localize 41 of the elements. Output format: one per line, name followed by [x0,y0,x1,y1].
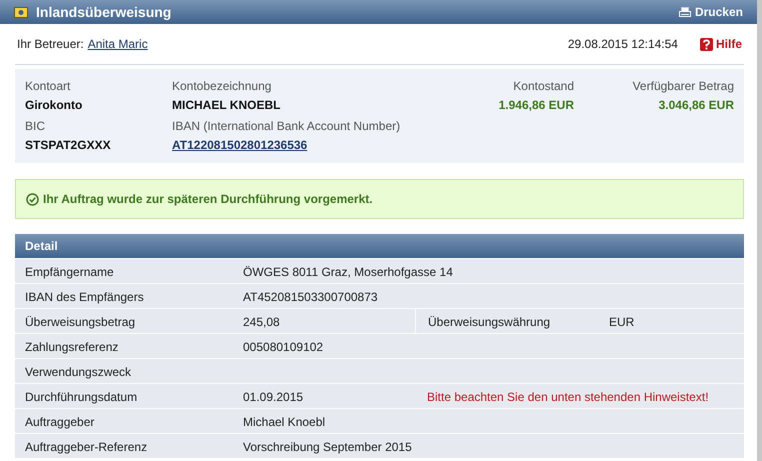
row-label: Auftraggeber [25,414,94,430]
row-label: Verwendungszweck [25,364,132,380]
row-label: Auftraggeber-Referenz [25,438,148,456]
account-name: MICHAEL KNOEBL [172,97,282,114]
field-label: IBAN (International Bank Account Number) [172,118,402,135]
section-header: Detail [15,234,744,258]
field-label: Kontobezeichnung [172,78,272,95]
field-label: BIC [25,118,46,135]
timestamp: 29.08.2015 12:14:54 [568,37,678,51]
check-circle-icon [26,192,39,206]
row-value: 01.09.2015 [243,388,304,406]
field-label: Kontostand [512,78,574,95]
advisor-link[interactable]: Anita Maric [88,37,148,51]
row-value: AT452081503300700873 [243,288,378,306]
advisor-label: Ihr Betreuer: [17,37,84,51]
window-title: Inlandsüberweisung [36,4,172,20]
row-value: ÖWGES 8011 Graz, Moserhofgasse 14 [243,264,453,280]
row-label: Überweisungsbetrag [25,314,136,330]
help-button[interactable]: Hilfe [700,37,742,51]
row-value: 245,08 [243,314,280,330]
row-label: Durchführungsdatum [25,388,138,406]
print-button[interactable]: Drucken [678,5,743,19]
field-label: Kontoart [25,78,72,95]
row-value: 005080109102 [243,338,324,356]
success-message: Ihr Auftrag wurde zur späteren Durchführung vorgemerkt. [43,192,373,206]
row-label: Zahlungsreferenz [25,338,118,356]
help-icon [700,38,713,50]
field-label: Verfügbarer Betrag [632,78,734,95]
warning-note: Bitte beachten Sie den unten stehenden Hinweistext! [427,388,709,406]
row-label: IBAN des Empfängers [25,288,144,306]
row-value: Vorschreibung September 2015 [243,438,412,456]
account-balance: 1.946,86 EUR [498,97,574,114]
row-label: Überweisungswährung [428,314,550,330]
bic-value: STSPAT2GXXX [25,137,112,154]
row-label: Empfängername [25,264,114,280]
account-type: Girokonto [25,97,84,114]
available-amount: 3.046,86 EUR [658,97,734,114]
printer-icon [678,6,691,18]
row-value: Michael Knoebl [243,414,326,430]
iban-link[interactable]: AT122081502801236536 [172,136,308,155]
row-value: EUR [609,314,634,330]
